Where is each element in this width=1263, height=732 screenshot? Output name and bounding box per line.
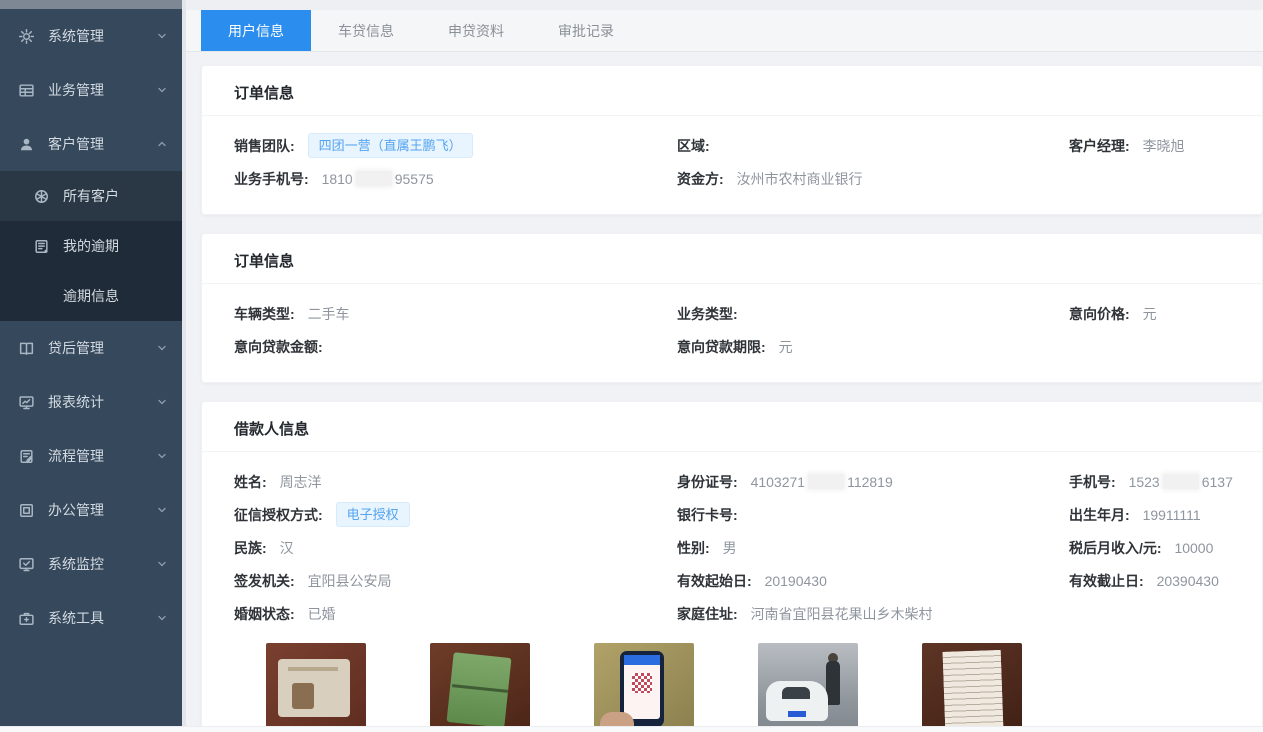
field-id-number: 身份证号: 4103271112819 — [677, 466, 1069, 499]
phone-qr-photo[interactable] — [594, 643, 694, 732]
sidebar-top-band — [0, 0, 182, 9]
field-birth: 出生年月: 19911111 — [1069, 499, 1262, 532]
sidebar-item-all-customers[interactable]: 所有客户 — [0, 171, 182, 221]
redaction-blur — [1163, 474, 1199, 489]
sidebar-item-label: 逾期信息 — [63, 286, 119, 306]
field-intent-price: 意向价格: 元 — [1069, 298, 1262, 331]
field-funder: 资金方: 汝州市农村商业银行 — [677, 163, 1069, 196]
chevron-down-icon — [156, 342, 168, 354]
redaction-blur — [356, 171, 392, 186]
tab-user-info[interactable]: 用户信息 — [201, 10, 311, 51]
sales-team-tag[interactable]: 四团一营（直属王鹏飞） — [308, 133, 473, 158]
field-intent-loan-amount: 意向贷款金额: — [234, 331, 677, 364]
card-title: 订单信息 — [202, 234, 1262, 284]
borrower-info-card: 借款人信息 姓名: 周志洋 身份证号: 4103271112819 手机号: — [201, 401, 1263, 732]
field-issuing-authority: 签发机关: 宜阳县公安局 — [234, 565, 677, 598]
field-business-phone: 业务手机号: 181095575 — [234, 163, 677, 196]
field-bank-card: 银行卡号: — [677, 499, 1069, 532]
field-business-type: 业务类型: — [677, 298, 1069, 331]
sidebar-item-business-management[interactable]: 业务管理 — [0, 63, 182, 117]
field-credit-auth: 征信授权方式: 电子授权 — [234, 499, 677, 532]
sidebar-item-my-overdue[interactable]: 我的逾期 — [0, 221, 182, 271]
table-icon — [18, 82, 35, 99]
field-intent-loan-term: 意向贷款期限: 元 — [677, 331, 1069, 364]
sidebar: 系统管理 业务管理 客户管理 所有客户 我的逾期 逾期信息 — [0, 0, 186, 732]
chevron-up-icon — [156, 138, 168, 150]
field-sales-team: 销售团队: 四团一营（直属王鹏飞） — [234, 130, 677, 163]
notebook-icon — [33, 238, 50, 255]
gear-icon — [18, 28, 35, 45]
horizontal-scrollbar[interactable] — [0, 726, 1263, 732]
main-content: 用户信息 车贷信息 申贷资料 审批记录 订单信息 销售团队: 四团一营（直属王鹏… — [186, 0, 1263, 732]
field-account-manager: 客户经理: 李晓旭 — [1069, 130, 1262, 163]
field-valid-from: 有效起始日: 20190430 — [677, 565, 1069, 598]
chevron-down-icon — [156, 450, 168, 462]
user-icon — [18, 136, 35, 153]
tab-bar: 用户信息 车贷信息 申贷资料 审批记录 — [186, 10, 1263, 52]
sidebar-item-system-management[interactable]: 系统管理 — [0, 9, 182, 63]
monitor-check-icon — [18, 556, 35, 573]
card-title: 借款人信息 — [202, 402, 1262, 452]
sidebar-item-label: 系统管理 — [48, 26, 104, 46]
redaction-blur — [808, 474, 844, 489]
sidebar-item-overdue-info[interactable]: 逾期信息 — [0, 271, 182, 321]
chevron-down-icon — [156, 84, 168, 96]
book-icon — [18, 340, 35, 357]
sidebar-item-label: 流程管理 — [48, 446, 104, 466]
license-booklet-photo[interactable] — [430, 643, 530, 732]
toolbox-icon — [18, 610, 35, 627]
card-title: 订单信息 — [202, 66, 1262, 116]
field-income: 税后月收入/元: 10000 — [1069, 532, 1262, 565]
chevron-down-icon — [156, 558, 168, 570]
chevron-down-icon — [156, 30, 168, 42]
chevron-down-icon — [156, 504, 168, 516]
field-region: 区域: — [677, 130, 1069, 163]
field-gender: 性别: 男 — [677, 532, 1069, 565]
order-info-card-2: 订单信息 车辆类型: 二手车 业务类型: 意向价格: 元 — [201, 233, 1263, 383]
clipboard-edit-icon — [18, 448, 35, 465]
field-vehicle-type: 车辆类型: 二手车 — [234, 298, 677, 331]
sidebar-item-report-statistics[interactable]: 报表统计 — [0, 375, 182, 429]
field-ethnicity: 民族: 汉 — [234, 532, 677, 565]
paper-document-photo[interactable] — [922, 643, 1022, 732]
sidebar-item-label: 系统工具 — [48, 608, 104, 628]
box-icon — [18, 502, 35, 519]
monitor-icon — [18, 394, 35, 411]
field-valid-to: 有效截止日: 20390430 — [1069, 565, 1262, 598]
sidebar-item-process-management[interactable]: 流程管理 — [0, 429, 182, 483]
chevron-down-icon — [156, 396, 168, 408]
credit-auth-tag[interactable]: 电子授权 — [336, 502, 410, 527]
wheel-icon — [33, 188, 50, 205]
sidebar-item-postloan-management[interactable]: 贷后管理 — [0, 321, 182, 375]
sidebar-item-customer-management[interactable]: 客户管理 — [0, 117, 182, 171]
tab-car-loan-info[interactable]: 车贷信息 — [311, 10, 421, 51]
sidebar-item-label: 办公管理 — [48, 500, 104, 520]
page-body: 订单信息 销售团队: 四团一营（直属王鹏飞） 区域: 客户经理: — [186, 52, 1263, 732]
order-info-card-1: 订单信息 销售团队: 四团一营（直属王鹏飞） 区域: 客户经理: — [201, 65, 1263, 215]
top-strip — [186, 0, 1263, 10]
sidebar-item-label: 客户管理 — [48, 134, 104, 154]
tab-approval-records[interactable]: 审批记录 — [531, 10, 641, 51]
id-card-photo[interactable] — [266, 643, 366, 732]
chevron-down-icon — [156, 612, 168, 624]
field-marital-status: 婚姻状态: 已婚 — [234, 598, 677, 631]
sidebar-item-system-monitoring[interactable]: 系统监控 — [0, 537, 182, 591]
sidebar-item-office-management[interactable]: 办公管理 — [0, 483, 182, 537]
field-mobile: 手机号: 15236137 — [1069, 466, 1262, 499]
tab-loan-application-materials[interactable]: 申贷资料 — [421, 10, 531, 51]
sidebar-item-label: 我的逾期 — [63, 236, 119, 256]
customer-management-submenu: 所有客户 我的逾期 逾期信息 — [0, 171, 182, 321]
sidebar-item-label: 业务管理 — [48, 80, 104, 100]
sidebar-item-label: 报表统计 — [48, 392, 104, 412]
sidebar-item-label: 所有客户 — [63, 186, 119, 206]
field-name: 姓名: 周志洋 — [234, 466, 677, 499]
sidebar-item-label: 系统监控 — [48, 554, 104, 574]
app-window: 系统管理 业务管理 客户管理 所有客户 我的逾期 逾期信息 — [0, 0, 1263, 732]
sidebar-item-system-tools[interactable]: 系统工具 — [0, 591, 182, 645]
field-address: 家庭住址: 河南省宜阳县花果山乡木柴村 — [677, 598, 1069, 631]
person-car-photo[interactable] — [758, 643, 858, 732]
document-photos: 身份证 驾驶证照片 授权书 人车合影 — [234, 631, 1262, 732]
sidebar-item-label: 贷后管理 — [48, 338, 104, 358]
